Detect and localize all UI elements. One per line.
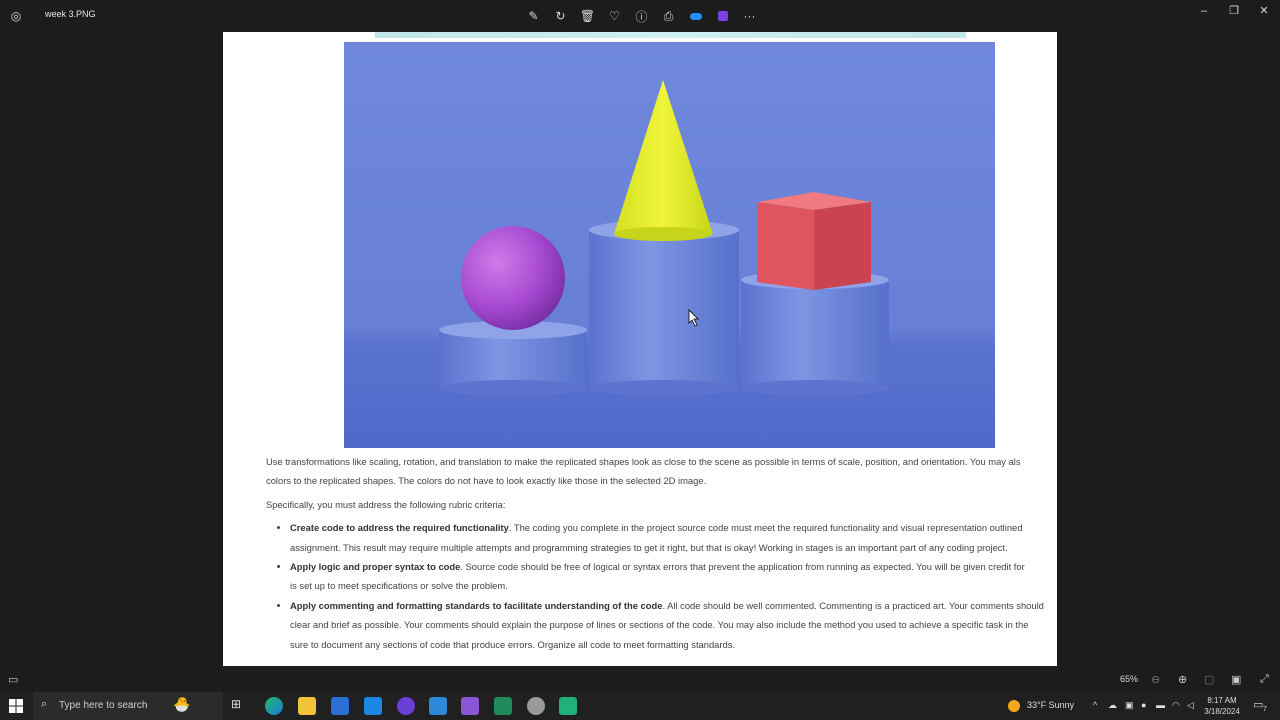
print-icon[interactable]: ⎙	[655, 6, 682, 26]
document-page: Use transformations like scaling, rotati…	[223, 32, 1057, 666]
android-studio-icon[interactable]	[559, 697, 577, 715]
edit-icon[interactable]: ✎	[520, 6, 547, 26]
info-icon[interactable]: ⓘ	[628, 6, 655, 26]
more-icon[interactable]: ···	[736, 6, 763, 26]
weather-text[interactable]: 33°F Sunny	[1027, 700, 1074, 710]
task-view-icon[interactable]: ⊞	[231, 697, 249, 715]
microphone-icon[interactable]: ●	[1141, 700, 1146, 710]
clock[interactable]: 8:17 AM 3/18/2024	[1200, 695, 1244, 717]
criterion-text: . The coding you complete in the project…	[508, 522, 1023, 534]
fit-window-icon[interactable]: ▢	[1204, 673, 1214, 686]
zoom-level[interactable]: 65%	[1120, 674, 1138, 684]
center-pedestal	[589, 220, 739, 396]
criterion-text: . All code should be well commented. Com…	[662, 599, 1044, 611]
delete-icon[interactable]: 🗑	[574, 6, 601, 26]
image-viewer: Use transformations like scaling, rotati…	[0, 32, 1280, 668]
settings-icon[interactable]	[527, 697, 545, 715]
paragraph-line: colors to the replicated shapes. The col…	[266, 475, 707, 487]
criterion-text: . Source code should be free of logical …	[460, 561, 1025, 573]
criterion-title: Apply logic and proper syntax to code	[290, 561, 461, 573]
discord-icon[interactable]	[397, 697, 415, 715]
rotate-icon[interactable]: ↻	[547, 6, 574, 26]
window-title: week 3.PNG	[45, 9, 96, 19]
notification-icon[interactable]: ▭	[1253, 698, 1263, 711]
favorite-icon[interactable]: ♡	[601, 6, 628, 26]
previous-image-edge	[375, 32, 966, 38]
criterion-text: clear and brief as possible. Your commen…	[290, 619, 1029, 631]
taskbar-search-box[interactable]: ⌕ Type here to search 🐣	[33, 692, 223, 720]
criterion-text: is set up to meet specifications or solv…	[290, 580, 508, 592]
paragraph-line: Use transformations like scaling, rotati…	[266, 456, 1021, 467]
volume-icon[interactable]: ◁	[1187, 700, 1194, 711]
fullscreen-icon[interactable]: ⤢	[1260, 673, 1269, 686]
criterion-title: Apply commenting and formatting standard…	[290, 599, 663, 611]
rubric-list: Create code to address the required func…	[266, 518, 1044, 654]
photos-icon[interactable]	[429, 697, 447, 715]
criterion-text: assignment. This result may require mult…	[290, 541, 1008, 553]
mail-icon[interactable]	[364, 697, 382, 715]
criterion-title: Create code to address the required func…	[290, 522, 509, 534]
photos-app-icon: ◎	[10, 9, 22, 23]
cube	[757, 192, 871, 290]
scene-image	[344, 42, 995, 448]
tray-chevron-icon[interactable]: ^	[1093, 700, 1097, 710]
start-button[interactable]	[8, 698, 24, 714]
battery-icon[interactable]: ▬	[1156, 700, 1165, 710]
zoom-out-icon[interactable]: ⊖	[1151, 673, 1160, 686]
cloud-icon[interactable]: ☁	[1108, 700, 1117, 711]
status-bar: ▭ 65% ⊖ ⊕ ▢ ▣ ⤢	[0, 668, 1280, 692]
taskbar: ⌕ Type here to search 🐣 ⊞ 33°F Sunny ^ ☁…	[0, 692, 1280, 720]
store-icon[interactable]	[331, 697, 349, 715]
calculator-icon[interactable]	[494, 697, 512, 715]
notification-count: 7	[1263, 706, 1267, 713]
visual-studio-icon[interactable]	[461, 697, 479, 715]
edge-icon[interactable]	[265, 697, 283, 715]
sphere	[461, 226, 565, 330]
clock-time: 8:17 AM	[1207, 696, 1237, 705]
list-item: Apply logic and proper syntax to code. S…	[290, 557, 1026, 596]
clock-date: 3/18/2024	[1204, 707, 1240, 716]
rubric-intro: Specifically, you must address the follo…	[266, 498, 506, 510]
title-bar: ◎ week 3.PNG ✎ ↻ 🗑 ♡ ⓘ ⎙ ··· – ❐ ✕	[0, 0, 1280, 32]
criterion-text: sure to document any sections of code th…	[290, 638, 736, 650]
file-explorer-icon[interactable]	[298, 697, 316, 715]
sun-icon[interactable]	[1008, 700, 1020, 712]
minimize-button[interactable]: –	[1189, 0, 1219, 22]
actual-size-icon[interactable]: ▣	[1231, 673, 1241, 686]
search-placeholder: Type here to search	[59, 700, 148, 711]
onedrive-icon[interactable]	[682, 6, 709, 26]
list-item: Create code to address the required func…	[290, 518, 1026, 557]
list-item: Apply commenting and formatting standard…	[290, 596, 1044, 654]
filmstrip-icon[interactable]: ▭	[8, 673, 18, 686]
left-pedestal	[439, 321, 587, 396]
clipchamp-icon[interactable]	[709, 6, 736, 26]
search-highlight-icon: 🐣	[173, 696, 191, 712]
assignment-text: Use transformations like scaling, rotati…	[266, 452, 1044, 654]
zoom-in-icon[interactable]: ⊕	[1178, 673, 1187, 686]
restore-button[interactable]: ❐	[1219, 0, 1249, 22]
search-icon: ⌕	[41, 698, 48, 710]
image-toolbar: ✎ ↻ 🗑 ♡ ⓘ ⎙ ···	[520, 6, 763, 26]
close-button[interactable]: ✕	[1249, 0, 1279, 22]
camera-icon[interactable]: ▣	[1125, 700, 1134, 711]
wifi-icon[interactable]: ◠	[1172, 700, 1180, 711]
